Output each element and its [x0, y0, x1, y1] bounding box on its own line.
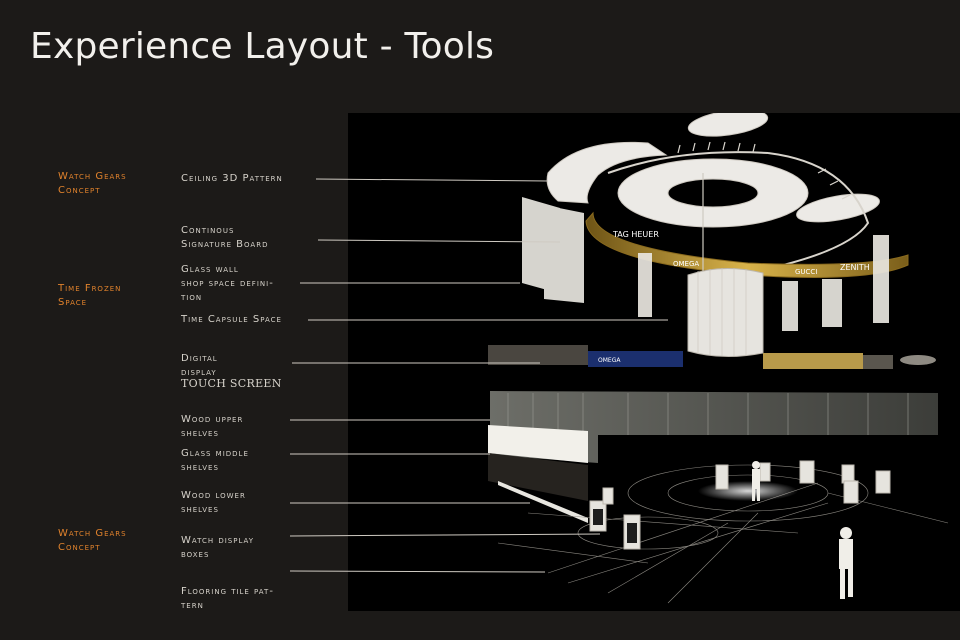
leader-watchbox	[289, 533, 601, 537]
leader-flooring	[289, 570, 546, 573]
leader-lines	[289, 178, 668, 573]
leader-ceiling	[315, 178, 549, 182]
leader-signature	[317, 239, 561, 243]
